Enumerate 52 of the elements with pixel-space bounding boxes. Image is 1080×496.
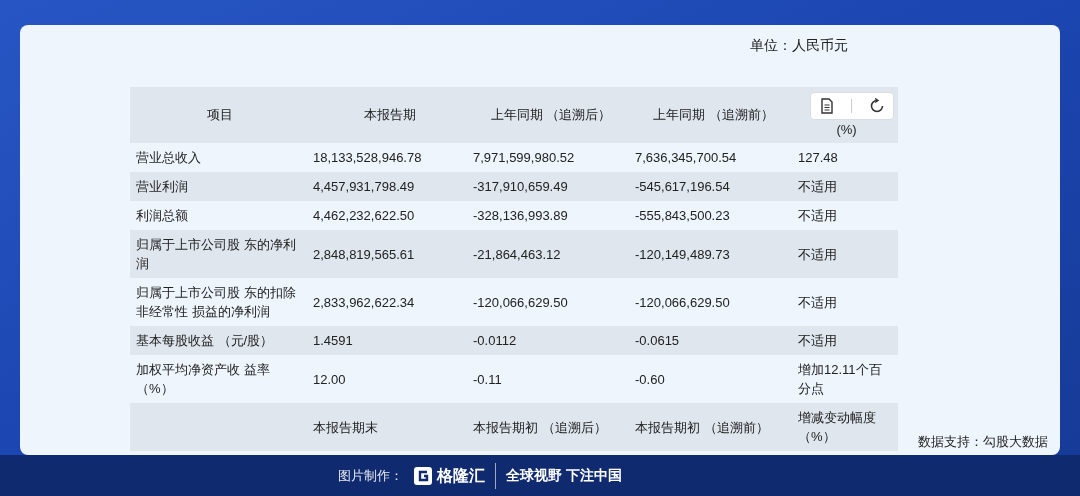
column-header: 上年同期 （追溯后） — [490, 107, 612, 123]
table-cell: 2,833,962,622.34 — [313, 294, 415, 310]
table-cell: -0.60 — [635, 371, 665, 387]
table-cell: -21,864,463.12 — [473, 246, 561, 262]
table-cell: 2,848,819,565.61 — [313, 246, 415, 262]
table-cell: 利润总额 — [136, 208, 188, 223]
table-cell: 7,971,599,980.52 — [473, 150, 575, 165]
column-header: 项目 — [207, 107, 233, 123]
table-cell: -0.0112 — [473, 333, 517, 348]
copy-icon[interactable] — [819, 98, 834, 114]
table-cell: 营业利润 — [136, 179, 188, 194]
table-cell: 加权平均净资产收 益率（%） — [136, 362, 270, 396]
table-cell: -120,149,489.73 — [635, 246, 730, 262]
table-cell: 18,133,528,946.78 — [313, 150, 422, 165]
table-cell: 基本每股收益 （元/股） — [136, 333, 274, 348]
footer-label: 图片制作： — [338, 466, 404, 485]
table-cell: 4,462,232,622.50 — [313, 208, 415, 223]
table-cell: 不适用 — [798, 294, 837, 310]
table-cell: 4,457,931,798.49 — [313, 179, 415, 194]
table-cell: 12.00 — [313, 371, 346, 387]
table-cell: -120,066,629.50 — [635, 294, 730, 310]
unit-label: 单位：人民币元 — [750, 36, 848, 55]
table-cell: 本报告期末 — [313, 419, 378, 435]
table-cell: 增减变动幅度（%） — [798, 410, 876, 444]
table-cell: -0.11 — [473, 371, 502, 387]
brand-name: 格隆汇 — [437, 465, 486, 486]
column-header: 上年同期 （追溯前） — [653, 107, 774, 123]
table-cell: 不适用 — [798, 333, 837, 348]
column-header: (%) — [836, 121, 857, 137]
table-cell: -328,136,993.89 — [473, 208, 568, 223]
table-cell: 1.4591 — [313, 333, 353, 348]
table-cell: 增加12.11个百分点 — [798, 362, 882, 396]
column-header: 本报告期 — [364, 107, 416, 123]
table-cell: 营业总收入 — [136, 150, 201, 165]
refresh-icon[interactable] — [868, 98, 885, 114]
table-cell: 不适用 — [798, 179, 837, 194]
footer-slogan: 全球视野 下注中国 — [506, 466, 622, 485]
table-cell: -317,910,659.49 — [473, 179, 568, 194]
logo-icon — [413, 465, 434, 486]
table-cell: 127.48 — [798, 150, 838, 165]
data-source-label: 数据支持：勾股大数据 — [918, 434, 1048, 449]
table-cell: -545,617,196.54 — [635, 179, 730, 194]
table-cell: -120,066,629.50 — [473, 294, 568, 310]
table-cell: -0.0615 — [635, 333, 680, 348]
table-cell: 7,636,345,700.54 — [635, 150, 737, 165]
table-cell: -555,843,500.23 — [635, 208, 730, 223]
table-cell: 本报告期初 （追溯后） — [473, 419, 607, 435]
table-cell: 本报告期初 （追溯前） — [635, 419, 769, 435]
table-cell: 归属于上市公司股 东的净利润 — [136, 237, 296, 271]
table-cell: 不适用 — [798, 208, 837, 223]
table-cell: 不适用 — [798, 246, 837, 262]
table-cell: 归属于上市公司股 东的扣除非经常性 损益的净利润 — [136, 285, 296, 319]
